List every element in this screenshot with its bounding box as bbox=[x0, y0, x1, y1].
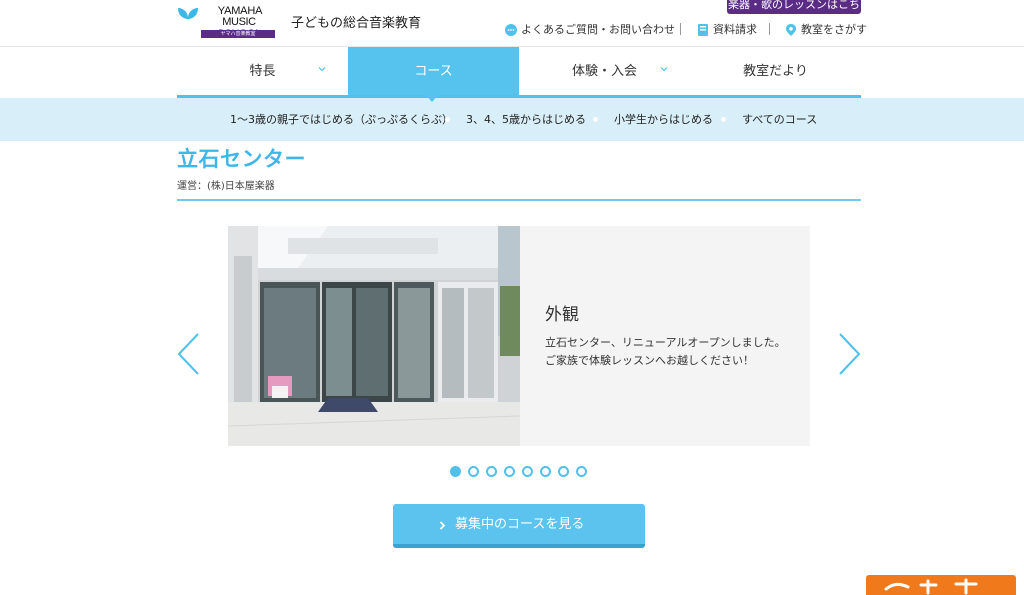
request-materials-label: 資料請求 bbox=[713, 23, 757, 36]
previous-slide-arrow-icon[interactable] bbox=[176, 332, 202, 376]
slide-heading: 外観 bbox=[545, 305, 579, 325]
nav-item-courses[interactable]: コース bbox=[348, 47, 519, 95]
subnav-item-all-courses[interactable]: すべてのコース bbox=[742, 98, 817, 141]
nav-item-classroom-news[interactable]: 教室だより bbox=[690, 47, 861, 95]
nav-item-label: 体験・入会 bbox=[571, 64, 637, 79]
divider bbox=[680, 23, 681, 35]
subnav-item-elementary[interactable]: 小学生からはじめる bbox=[614, 98, 713, 141]
pagination-dot[interactable] bbox=[576, 466, 587, 477]
subnav-item-age-3-5[interactable]: 3、4、5歳からはじめる bbox=[466, 98, 586, 141]
pagination-dot[interactable] bbox=[450, 466, 461, 477]
title-divider bbox=[177, 199, 861, 201]
chevron-down-icon bbox=[660, 67, 668, 72]
pagination-dot[interactable] bbox=[468, 466, 479, 477]
storefront-photo bbox=[228, 226, 520, 446]
instrument-lessons-link[interactable]: 楽器・歌のレッスンはこちら bbox=[727, 0, 861, 29]
page-title: 立石センター bbox=[177, 147, 306, 171]
main-nav-inner: 特長 コース 体験・入会 教室だより bbox=[177, 47, 861, 98]
bullet-dot bbox=[593, 117, 598, 122]
find-classroom-label: 教室をさがす bbox=[801, 23, 867, 36]
chat-icon bbox=[505, 24, 517, 36]
divider bbox=[769, 23, 770, 35]
nav-item-trial-enroll[interactable]: 体験・入会 bbox=[519, 47, 690, 95]
nav-item-features[interactable]: 特長 bbox=[177, 47, 348, 95]
pagination-dot[interactable] bbox=[558, 466, 569, 477]
nav-item-label: 教室だより bbox=[743, 64, 808, 79]
pagination-dot[interactable] bbox=[504, 466, 515, 477]
promo-lettering bbox=[884, 578, 978, 595]
chevron-down-icon bbox=[318, 67, 326, 72]
pagination-dot[interactable] bbox=[522, 466, 533, 477]
main-nav: 特長 コース 体験・入会 教室だより bbox=[0, 46, 1024, 98]
chevron-right-icon bbox=[439, 521, 446, 530]
logo-badge: ヤマハ音楽教室 bbox=[201, 30, 275, 38]
faq-contact-label: よくあるご質問・お問い合わせ bbox=[521, 23, 675, 36]
slider-pagination bbox=[450, 466, 590, 478]
bullet-dot bbox=[721, 117, 726, 122]
bullet-dot bbox=[445, 117, 450, 122]
site-tagline: 子どもの総合音楽教育 bbox=[291, 16, 422, 31]
storefront-illustration bbox=[228, 226, 520, 446]
nav-item-label: 特長 bbox=[249, 64, 276, 79]
yamaha-logo[interactable]: YAMAHA MUSIC SCHOOL ヤマハ音楽教室 bbox=[177, 4, 277, 40]
book-icon bbox=[698, 24, 708, 36]
cta-label: 募集中のコースを見る bbox=[455, 517, 585, 532]
image-slider: 外観 立石センター、リニューアルオープンしました。 ご家族で体験レッスンへお越し… bbox=[228, 226, 810, 446]
corner-promo-banner[interactable] bbox=[866, 575, 1016, 595]
nav-item-label: コース bbox=[414, 64, 453, 79]
map-pin-icon bbox=[786, 24, 796, 36]
pagination-dot[interactable] bbox=[540, 466, 551, 477]
next-slide-arrow-icon[interactable] bbox=[836, 332, 862, 376]
view-open-courses-button[interactable]: 募集中のコースを見る bbox=[393, 504, 645, 548]
sub-nav: 1〜3歳の親子ではじめる（ぷっぷるくらぶ） 3、4、5歳からはじめる 小学生から… bbox=[0, 98, 1024, 141]
slide-description-line1: 立石センター、リニューアルオープンしました。 bbox=[545, 336, 786, 349]
subnav-item-toddler[interactable]: 1〜3歳の親子ではじめる（ぷっぷるくらぶ） bbox=[230, 98, 453, 141]
slide-description-line2: ご家族で体験レッスンへお越しください！ bbox=[545, 354, 754, 367]
active-nav-pointer bbox=[426, 95, 438, 102]
operator-text: 運営：(株)日本屋楽器 bbox=[177, 181, 275, 192]
site-header: YAMAHA MUSIC SCHOOL ヤマハ音楽教室 子どもの総合音楽教育 楽… bbox=[0, 0, 1024, 46]
logo-mark-icon bbox=[178, 8, 198, 36]
pagination-dot[interactable] bbox=[486, 466, 497, 477]
